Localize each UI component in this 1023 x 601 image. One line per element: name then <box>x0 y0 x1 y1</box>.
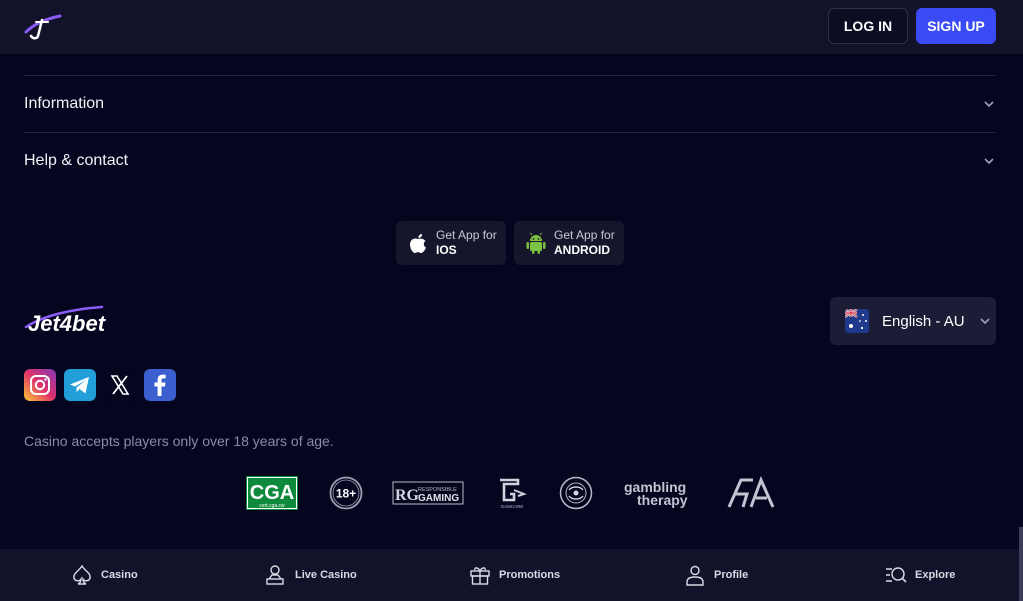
x-icon[interactable] <box>104 369 136 401</box>
gambling-therapy-line2: therapy <box>637 492 688 508</box>
android-app-line2: ANDROID <box>554 243 610 257</box>
nav-live-casino[interactable]: Live Casino <box>265 549 357 601</box>
age-18-plus-logo: 18+ <box>329 476 363 510</box>
accordion-help-contact[interactable]: Help & contact <box>24 132 996 189</box>
user-icon <box>686 565 704 586</box>
search-list-icon <box>886 567 907 583</box>
gamcare-logo[interactable]: GAMCARE <box>496 476 528 510</box>
nav-promotions[interactable]: Promotions <box>469 549 560 601</box>
nav-label: Casino <box>101 569 138 581</box>
language-selector[interactable]: English - AU <box>830 297 996 345</box>
nav-label: Profile <box>714 569 749 581</box>
gamcare-text: GAMCARE <box>501 504 524 509</box>
language-label: English - AU <box>882 312 965 330</box>
cga-text: CGA <box>250 482 294 504</box>
age-restriction-note: Casino accepts players only over 18 year… <box>24 433 334 449</box>
facebook-icon[interactable] <box>144 369 176 401</box>
responsible-gaming-logo[interactable]: RG RESPONSIBLE GAMING <box>392 476 464 510</box>
cga-cert-logo[interactable]: CGA cert.cga.cw <box>246 476 298 510</box>
brand-name: Jet4bet <box>28 311 107 336</box>
cga-subtext: cert.cga.cw <box>259 503 285 509</box>
bottom-navigation: Casino Live Casino Promotions Profile Ex… <box>0 549 1023 601</box>
apple-icon <box>410 234 426 253</box>
age-18-text: 18+ <box>336 487 356 501</box>
top-bar: LOG IN SIGN UP <box>0 0 1023 54</box>
chevron-down-icon <box>979 318 990 325</box>
ios-app-line2: IOS <box>436 243 457 257</box>
scrollbar-thumb[interactable] <box>1019 527 1023 601</box>
android-icon <box>526 232 546 254</box>
nav-explore[interactable]: Explore <box>885 549 955 601</box>
telegram-icon[interactable] <box>64 369 96 401</box>
australia-flag-icon <box>845 309 869 333</box>
gambling-therapy-logo[interactable]: gambling therapy <box>623 476 697 510</box>
nav-label: Live Casino <box>295 569 357 581</box>
spade-icon <box>73 564 91 585</box>
chevron-down-icon <box>984 101 994 108</box>
accordion-label: Help & contact <box>24 152 129 169</box>
nav-casino[interactable]: Casino <box>71 549 138 601</box>
jet4bet-logo-icon[interactable] <box>22 12 62 40</box>
ios-app-button[interactable]: Get App for IOS <box>396 221 506 265</box>
jet4bet-brand-logo[interactable]: Jet4bet <box>24 305 129 337</box>
gaming-authority-logo[interactable]: GA <box>727 476 775 510</box>
ios-app-line1: Get App for <box>436 228 497 242</box>
nav-profile[interactable]: Profile <box>684 549 748 601</box>
gamblers-anonymous-seal-logo[interactable] <box>559 476 593 510</box>
accordion-information[interactable]: Information <box>24 75 996 132</box>
android-app-line1: Get App for <box>554 228 615 242</box>
android-app-button[interactable]: Get App for ANDROID <box>514 221 624 265</box>
rg-bottom-text: GAMING <box>418 493 459 504</box>
rg-initials: RG <box>395 487 420 504</box>
nav-label: Promotions <box>499 569 561 581</box>
dealer-icon <box>266 565 284 585</box>
accordion-label: Information <box>24 95 105 112</box>
ga-text: GA <box>727 476 729 477</box>
nav-label: Explore <box>915 569 956 581</box>
gift-icon <box>470 567 490 585</box>
login-button[interactable]: LOG IN <box>828 8 908 44</box>
signup-button[interactable]: SIGN UP <box>916 8 996 44</box>
instagram-icon[interactable] <box>24 369 56 401</box>
chevron-down-icon <box>984 158 994 165</box>
